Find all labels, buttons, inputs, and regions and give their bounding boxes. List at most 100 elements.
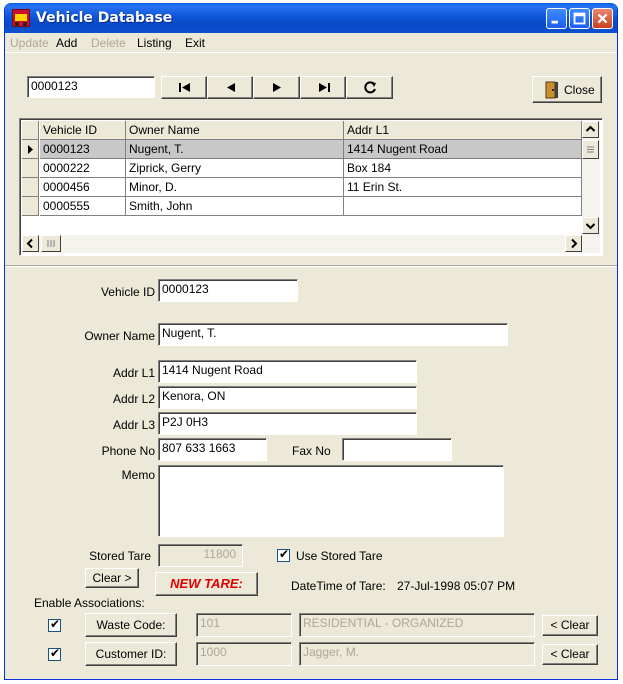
addr-l1-field[interactable]: 1414 Nugent Road [158, 360, 417, 383]
grid-horizontal-scrollbar[interactable] [22, 235, 600, 253]
owner-name-label: Owner Name [84, 329, 155, 343]
first-record-icon [179, 83, 190, 92]
col-vehicle-id[interactable]: Vehicle ID [40, 121, 126, 140]
next-record-button[interactable] [253, 76, 300, 99]
current-row-arrow-icon [28, 145, 33, 154]
clear-waste-code-button[interactable]: < Clear [542, 615, 598, 636]
cell-addr-l1 [344, 197, 582, 216]
enable-associations-label: Enable Associations: [34, 596, 145, 610]
title-bar[interactable]: Vehicle Database [5, 3, 617, 33]
minimize-button[interactable] [546, 8, 567, 29]
maximize-button[interactable] [569, 8, 590, 29]
record-search-input[interactable]: 0000123 [27, 76, 155, 98]
cell-vehicle-id: 0000123 [40, 140, 126, 159]
customer-id-button[interactable]: Customer ID: [85, 642, 177, 666]
menu-update[interactable]: Update [10, 36, 49, 50]
close-icon [597, 13, 608, 24]
waste-code-button[interactable]: Waste Code: [85, 613, 177, 637]
minimize-icon [551, 20, 558, 24]
new-tare-button[interactable]: NEW TARE: [155, 572, 258, 596]
waste-description-field: RESIDENTIAL - ORGANIZED [299, 613, 535, 637]
row-indicator-header [22, 121, 39, 140]
addr-l3-label: Addr L3 [112, 418, 155, 432]
datetime-of-tare-value: 27-Jul-1998 05:07 PM [397, 579, 516, 593]
use-stored-tare-checkbox[interactable]: ✔ [277, 547, 290, 562]
checkmark-icon: ✔ [50, 646, 61, 660]
checkmark-icon: ✔ [50, 617, 61, 631]
cell-owner-name: Nugent, T. [126, 140, 344, 159]
col-addr-l1[interactable]: Addr L1 [344, 121, 582, 140]
scroll-thumb[interactable] [582, 140, 599, 159]
customer-name-field: Jagger, M. [299, 642, 535, 666]
last-record-button[interactable] [300, 76, 346, 99]
app-truck-icon [12, 9, 30, 27]
scroll-thumb[interactable] [41, 235, 61, 252]
menu-bar: Update Add Delete Listing Exit [5, 33, 617, 53]
addr-l3-field[interactable]: P2J 0H3 [158, 412, 417, 435]
cell-owner-name: Smith, John [126, 197, 344, 216]
menu-exit[interactable]: Exit [185, 36, 205, 50]
scroll-down-button[interactable] [582, 217, 599, 234]
vehicle-id-field[interactable]: 0000123 [158, 279, 298, 302]
window-title: Vehicle Database [36, 10, 173, 26]
cell-vehicle-id: 0000456 [40, 178, 126, 197]
close-button-label: Close [564, 83, 595, 97]
next-record-icon [273, 83, 281, 92]
clear-customer-id-button[interactable]: < Clear [542, 644, 598, 665]
refresh-icon [364, 81, 376, 94]
cell-addr-l1: Box 184 [344, 159, 582, 178]
waste-code-field: 101 [196, 613, 292, 637]
scroll-left-icon [26, 238, 33, 249]
cell-addr-l1: 11 Erin St. [344, 178, 582, 197]
row-indicator [22, 197, 39, 216]
cell-owner-name: Ziprick, Gerry [126, 159, 344, 178]
col-owner-name[interactable]: Owner Name [126, 121, 344, 140]
scroll-right-button[interactable] [565, 235, 582, 252]
fax-field[interactable] [342, 438, 452, 461]
enable-customer-id-checkbox[interactable]: ✔ [48, 646, 61, 661]
cell-owner-name: Minor, D. [126, 178, 344, 197]
datetime-of-tare-label: DateTime of Tare: [291, 579, 386, 593]
phone-label: Phone No [101, 444, 155, 458]
addr-l2-field[interactable]: Kenora, ON [158, 386, 417, 409]
stored-tare-label: Stored Tare [89, 549, 151, 563]
grid-vertical-scrollbar[interactable] [582, 121, 600, 235]
menu-add[interactable]: Add [56, 36, 77, 50]
customer-id-field: 1000 [196, 642, 292, 666]
scroll-down-icon [585, 223, 596, 230]
use-stored-tare-label: Use Stored Tare [296, 549, 383, 563]
scroll-up-button[interactable] [582, 121, 599, 138]
section-divider [5, 265, 617, 267]
owner-name-field[interactable]: Nugent, T. [158, 323, 508, 346]
close-door-icon [545, 81, 558, 99]
refresh-button[interactable] [346, 76, 393, 99]
current-row-indicator [22, 140, 39, 159]
grip-icon [47, 240, 55, 247]
vehicle-grid[interactable]: Vehicle ID Owner Name Addr L1 0000123 Nu… [19, 118, 603, 256]
row-indicator [22, 159, 39, 178]
clear-tare-button[interactable]: Clear > [85, 568, 139, 588]
menu-delete[interactable]: Delete [91, 36, 126, 50]
vehicle-database-window: Vehicle Database Update Add Delete Listi… [4, 3, 618, 680]
cell-addr-l1: 1414 Nugent Road [344, 140, 582, 159]
scroll-up-icon [585, 125, 596, 132]
scroll-left-button[interactable] [22, 235, 39, 252]
close-window-button[interactable] [592, 8, 613, 29]
prev-record-button[interactable] [207, 76, 253, 99]
close-button[interactable]: Close [532, 76, 602, 103]
addr-l2-label: Addr L2 [112, 392, 155, 406]
fax-label: Fax No [292, 444, 331, 458]
menu-listing[interactable]: Listing [137, 36, 172, 50]
checkmark-icon: ✔ [279, 547, 290, 561]
addr-l1-label: Addr L1 [112, 366, 155, 380]
cell-vehicle-id: 0000555 [40, 197, 126, 216]
phone-field[interactable]: 807 633 1663 [158, 438, 267, 461]
memo-field[interactable] [158, 465, 504, 537]
first-record-button[interactable] [161, 76, 207, 99]
enable-waste-code-checkbox[interactable]: ✔ [48, 617, 61, 632]
scroll-right-icon [571, 238, 578, 249]
cell-vehicle-id: 0000222 [40, 159, 126, 178]
vehicle-id-label: Vehicle ID [100, 285, 155, 299]
prev-record-icon [227, 83, 235, 92]
grip-icon [587, 146, 594, 153]
